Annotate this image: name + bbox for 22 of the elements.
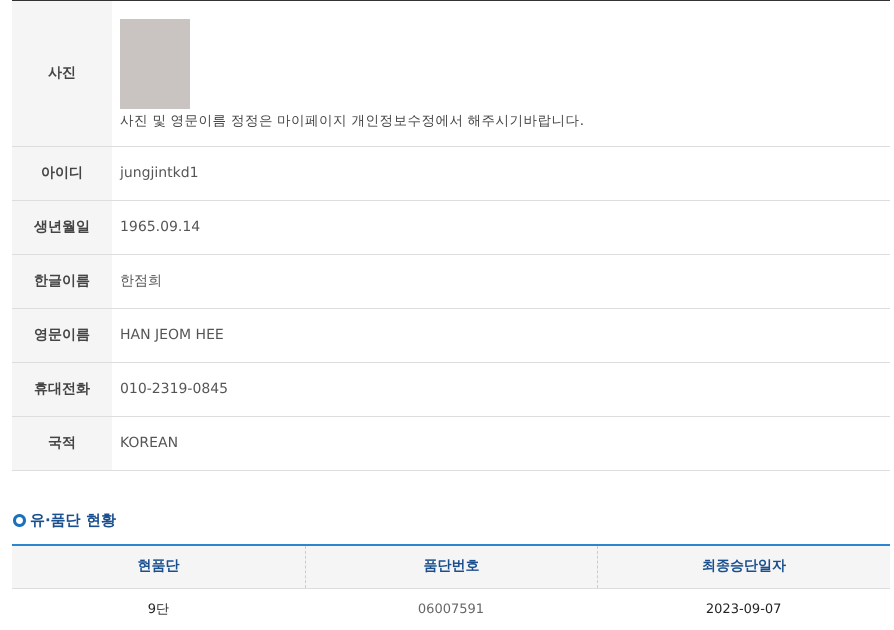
field-label: 사진	[12, 1, 112, 146]
table-cell-text: 06007591	[416, 601, 486, 619]
circle-bullet-icon	[13, 514, 26, 527]
field-label: 한글이름	[12, 255, 112, 308]
table-cell-text: 2023-09-07	[704, 601, 782, 619]
section-title: 유·품단 현황	[30, 510, 116, 532]
field-label: 휴대전화	[12, 363, 112, 416]
field-value: KOREAN	[120, 434, 178, 454]
column-header: 품단번호	[304, 546, 598, 588]
field-value: jungjintkd1	[120, 164, 199, 184]
field-label: 영문이름	[12, 309, 112, 362]
field-label: 국적	[12, 417, 112, 470]
column-header: 최종승단일자	[597, 546, 890, 588]
field-value: HAN JEOM HEE	[120, 326, 224, 346]
field-label: 아이디	[12, 147, 112, 200]
field-value: 010-2319-0845	[120, 380, 228, 400]
table-cell-text: 9단	[146, 601, 170, 619]
field-value: 한점희	[120, 272, 162, 292]
photo-note: 사진 및 영문이름 정정은 마이페이지 개인정보수정에서 해주시기바랍니다.	[120, 112, 586, 131]
column-header: 현품단	[136, 557, 180, 576]
field-value: 1965.09.14	[120, 218, 200, 238]
field-label: 생년월일	[12, 201, 112, 254]
